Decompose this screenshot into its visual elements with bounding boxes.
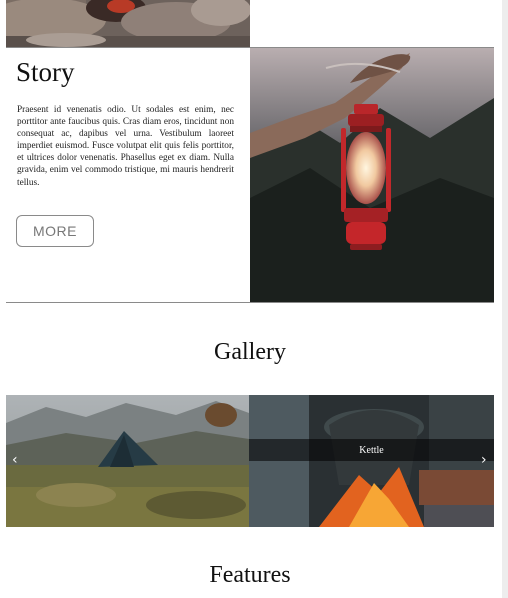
gallery-caption: Kettle <box>249 439 494 461</box>
lantern-photo <box>250 48 494 302</box>
gallery-carousel[interactable]: Kettle ‹ › <box>6 395 494 527</box>
story-title: Story <box>16 57 75 87</box>
gallery-slide-tent <box>6 395 249 527</box>
chevron-left-icon[interactable]: ‹ <box>12 453 18 467</box>
gallery-title: Gallery <box>214 339 286 365</box>
story-text: Praesent id venenatis odio. Ut sodales e… <box>17 105 234 188</box>
gallery-slide-kettle <box>249 395 494 527</box>
divider <box>6 302 494 303</box>
scrollbar[interactable] <box>502 0 508 598</box>
hero-photo <box>6 0 250 47</box>
more-button[interactable]: MORE <box>16 215 94 247</box>
chevron-right-icon[interactable]: › <box>481 453 487 467</box>
page: Story Praesent id venenatis odio. Ut sod… <box>0 0 508 598</box>
story-panel: Story Praesent id venenatis odio. Ut sod… <box>6 48 250 302</box>
features-title: Features <box>209 562 291 588</box>
